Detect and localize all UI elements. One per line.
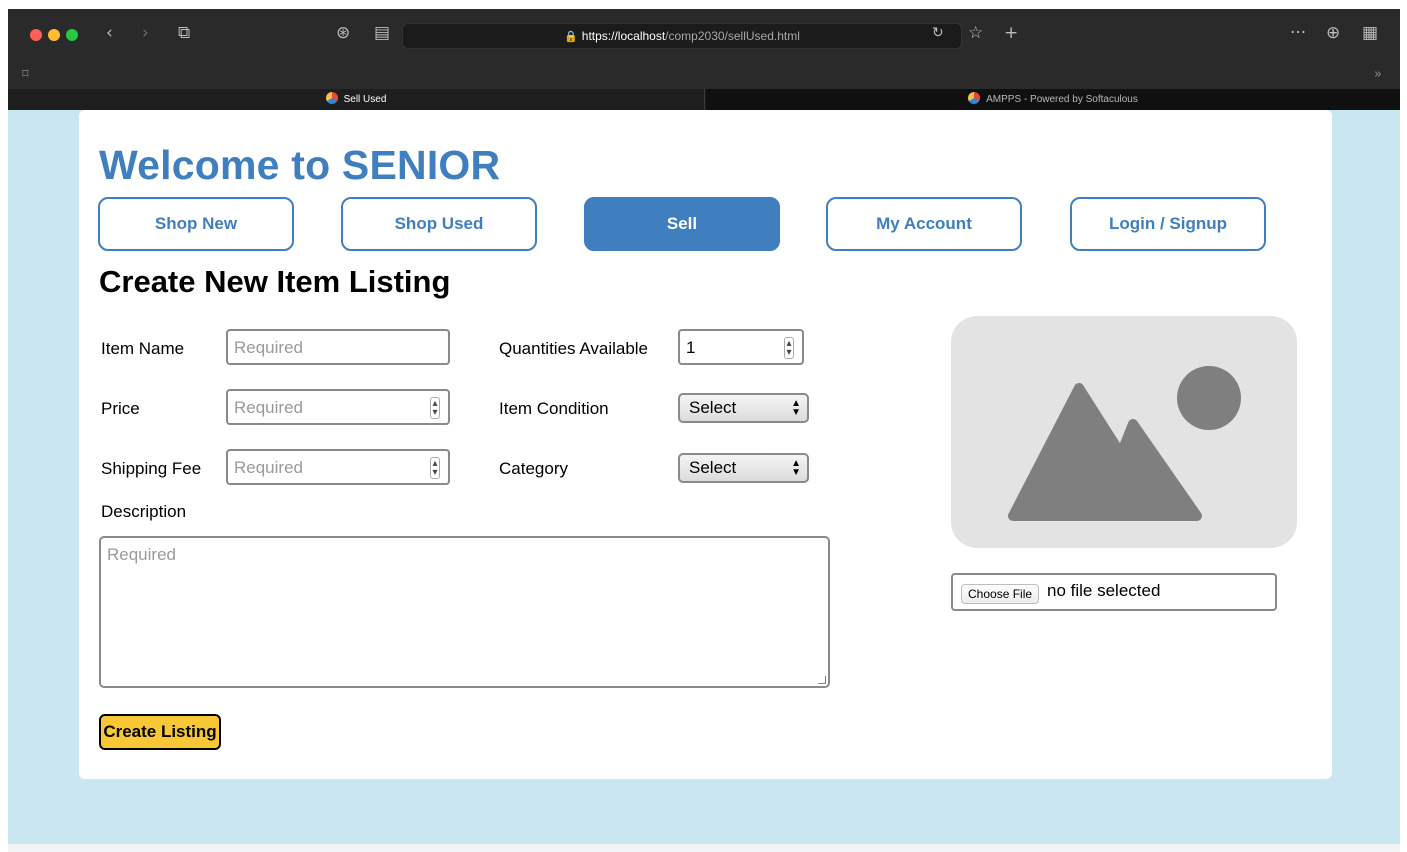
price-label: Price bbox=[101, 399, 140, 418]
category-label: Category bbox=[499, 459, 568, 478]
price-input[interactable]: Required ▴ ▾ bbox=[226, 389, 450, 425]
image-placeholder bbox=[951, 316, 1297, 548]
category-select[interactable]: Select ▲ ▼ bbox=[678, 453, 809, 483]
page-viewport: Welcome to SENIOR Shop New Shop Used Sel… bbox=[8, 110, 1400, 844]
item-name-placeholder: Required bbox=[234, 338, 303, 357]
description-textarea[interactable]: Required bbox=[99, 536, 830, 688]
nav-my-account-button[interactable]: My Account bbox=[826, 197, 1022, 251]
resize-grip-icon[interactable] bbox=[818, 676, 826, 684]
select-arrows-icon: ▲ ▼ bbox=[791, 398, 801, 418]
nav-shop-used-button[interactable]: Shop Used bbox=[341, 197, 537, 251]
select-arrows-icon: ▲ ▼ bbox=[791, 458, 801, 478]
tab-overview-icon[interactable]: ⧉ bbox=[178, 23, 190, 43]
condition-label: Item Condition bbox=[499, 399, 609, 418]
browser-chrome: ‹ › ⧉ ⊛ ▤ 🔒 https://localhost/comp2030/se… bbox=[8, 9, 1400, 110]
forward-icon[interactable]: › bbox=[142, 23, 149, 43]
description-placeholder: Required bbox=[107, 545, 176, 564]
file-status: no file selected bbox=[1047, 581, 1161, 600]
reader-icon[interactable]: ▤ bbox=[374, 23, 390, 43]
maximize-window-button[interactable] bbox=[66, 29, 78, 41]
item-name-input[interactable]: Required bbox=[226, 329, 450, 365]
form-heading: Create New Item Listing bbox=[99, 264, 451, 299]
bottom-strip bbox=[8, 844, 1400, 852]
back-icon[interactable]: ‹ bbox=[106, 23, 113, 43]
quantity-value: 1 bbox=[686, 338, 696, 357]
lock-icon: 🔒 bbox=[564, 30, 578, 43]
ampps-favicon-icon bbox=[968, 92, 981, 104]
condition-value: Select bbox=[689, 398, 737, 417]
browser-toolbar: ‹ › ⧉ ⊛ ▤ 🔒 https://localhost/comp2030/se… bbox=[8, 9, 1400, 61]
item-name-label: Item Name bbox=[101, 339, 185, 358]
bookmark-icon[interactable]: ⌑ bbox=[22, 65, 29, 85]
tab-ampps[interactable]: AMPPS - Powered by Softaculous bbox=[706, 89, 1400, 110]
address-text: 🔒 https://localhost/comp2030/sellUsed.htm… bbox=[403, 29, 961, 43]
address-bar[interactable]: 🔒 https://localhost/comp2030/sellUsed.htm… bbox=[402, 23, 962, 49]
tab-label: AMPPS - Powered by Softaculous bbox=[986, 94, 1138, 105]
extension-icon[interactable]: ⊛ bbox=[336, 23, 350, 43]
nav-login-signup-button[interactable]: Login / Signup bbox=[1070, 197, 1266, 251]
description-label: Description bbox=[101, 502, 187, 521]
bookmarks-bar: ⌑ » bbox=[8, 61, 1400, 89]
tab-label: Sell Used bbox=[343, 94, 387, 105]
close-window-button[interactable] bbox=[30, 29, 42, 41]
quantity-spinner-icon[interactable]: ▴ ▾ bbox=[784, 337, 794, 359]
condition-select[interactable]: Select ▲ ▼ bbox=[678, 393, 809, 423]
page-title: Welcome to SENIOR bbox=[99, 142, 501, 188]
tab-sell-used[interactable]: Sell Used bbox=[8, 89, 705, 110]
price-placeholder: Required bbox=[234, 398, 303, 417]
quantity-label: Quantities Available bbox=[499, 339, 649, 358]
shipping-fee-input[interactable]: Required ▴ ▾ bbox=[226, 449, 450, 485]
nav-shop-new-button[interactable]: Shop New bbox=[98, 197, 294, 251]
reload-icon[interactable]: ↻ bbox=[932, 23, 944, 43]
grid-icon[interactable]: ▦ bbox=[1362, 23, 1378, 43]
download-icon[interactable]: ⊕ bbox=[1326, 23, 1340, 43]
new-tab-icon[interactable]: + bbox=[1004, 23, 1018, 43]
ampps-favicon-icon bbox=[325, 92, 338, 104]
price-spinner-icon[interactable]: ▴ ▾ bbox=[430, 397, 440, 419]
image-placeholder-icon bbox=[1008, 366, 1241, 521]
choose-file-button[interactable]: Choose File bbox=[961, 584, 1040, 604]
nav-sell-button[interactable]: Sell bbox=[584, 197, 780, 251]
chevron-right-icon[interactable]: » bbox=[1374, 65, 1382, 85]
shipping-fee-spinner-icon[interactable]: ▴ ▾ bbox=[430, 457, 440, 479]
create-listing-button[interactable]: Create Listing bbox=[99, 714, 221, 750]
shipping-fee-label: Shipping Fee bbox=[101, 459, 202, 478]
quantity-stepper[interactable]: 1 ▴ ▾ bbox=[678, 329, 804, 365]
more-icon[interactable]: ··· bbox=[1290, 23, 1306, 43]
file-input[interactable]: Choose File no file selected bbox=[951, 573, 1277, 611]
content-card: Welcome to SENIOR Shop New Shop Used Sel… bbox=[79, 110, 1332, 779]
tab-strip: × Sell Used AMPPS - Powered by Softaculo… bbox=[8, 89, 1400, 110]
url-path: /comp2030/sellUsed.html bbox=[665, 29, 800, 43]
minimize-window-button[interactable] bbox=[48, 29, 60, 41]
url-host: https://localhost bbox=[581, 29, 666, 43]
shipping-fee-placeholder: Required bbox=[234, 458, 303, 477]
category-value: Select bbox=[689, 458, 737, 477]
bookmark-star-icon[interactable]: ☆ bbox=[968, 23, 983, 43]
